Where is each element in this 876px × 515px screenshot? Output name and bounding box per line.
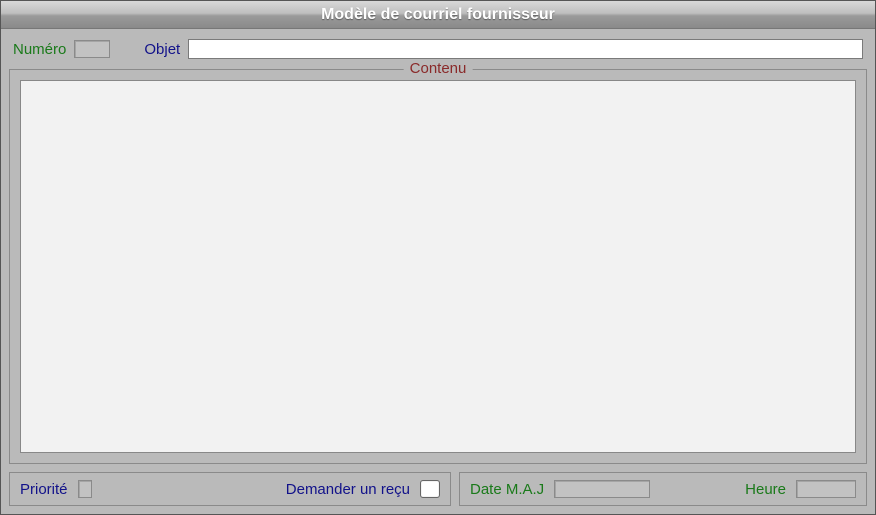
footer-right-panel: Date M.A.J Heure — [459, 472, 867, 506]
titlebar[interactable]: Modèle de courriel fournisseur — [1, 1, 875, 29]
numero-field[interactable] — [74, 40, 110, 58]
heure-label: Heure — [745, 481, 786, 498]
client-area: Numéro Objet Contenu Priorité Demander u… — [1, 29, 875, 514]
heure-field[interactable] — [796, 480, 856, 498]
window-title: Modèle de courriel fournisseur — [321, 6, 555, 24]
contenu-legend: Contenu — [404, 60, 473, 77]
footer-left-panel: Priorité Demander un reçu — [9, 472, 451, 506]
date-maj-field[interactable] — [554, 480, 650, 498]
objet-label: Objet — [144, 41, 180, 58]
demander-recu-checkbox[interactable] — [420, 480, 440, 498]
date-maj-label: Date M.A.J — [470, 481, 544, 498]
header-row: Numéro Objet — [9, 35, 867, 59]
demander-recu-label: Demander un reçu — [286, 481, 410, 498]
contenu-fieldset: Contenu — [9, 69, 867, 464]
objet-input[interactable] — [188, 39, 863, 59]
contenu-textarea[interactable] — [20, 80, 856, 453]
priorite-label: Priorité — [20, 481, 68, 498]
numero-label: Numéro — [13, 41, 66, 58]
dialog-window: Modèle de courriel fournisseur Numéro Ob… — [0, 0, 876, 515]
footer-row: Priorité Demander un reçu Date M.A.J Heu… — [9, 472, 867, 506]
priorite-field[interactable] — [78, 480, 92, 498]
